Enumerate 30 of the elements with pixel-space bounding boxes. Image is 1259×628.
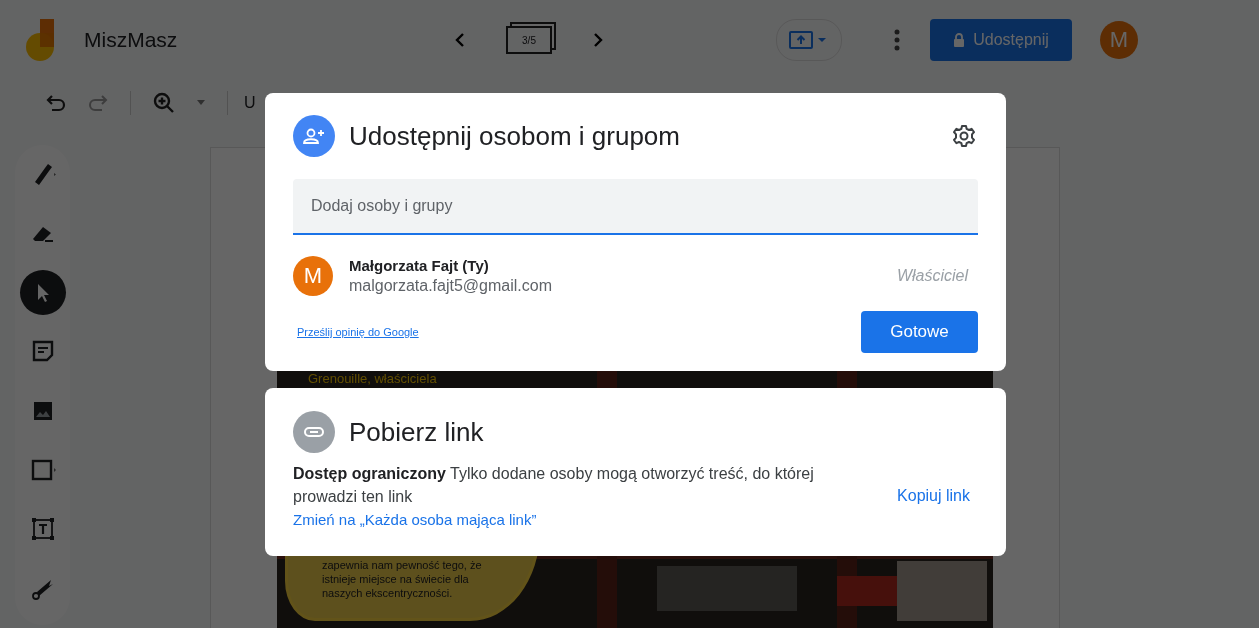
toolbar-label[interactable]: U <box>244 93 256 112</box>
feedback-link[interactable]: Prześlij opinię do Google <box>297 326 419 338</box>
person-name: Małgorzata Fajt (Ty) <box>349 257 490 274</box>
add-people-field[interactable]: Dodaj osoby i grupy <box>293 179 978 235</box>
lock-icon <box>953 33 966 47</box>
link-icon <box>293 411 335 453</box>
share-button[interactable]: Udostępnij <box>930 19 1072 61</box>
next-icon[interactable] <box>592 32 604 48</box>
person-email: malgorzata.fajt5@gmail.com <box>349 277 553 295</box>
person-add-icon <box>293 115 335 157</box>
done-button[interactable]: Gotowe <box>861 311 978 353</box>
person-role: Właściciel <box>896 267 968 285</box>
quote-text: zapewnia nam pewność tego, że istnieje miejsce na świecie dla naszych ekscentryczności. <box>322 558 482 600</box>
access-description: Dostęp ograniczony Tylko dodane osoby mogą otworzyć treść, do której prowadzi ten link <box>293 464 815 507</box>
dialog-title: Pobierz link <box>349 416 485 448</box>
copy-link-button[interactable]: Kopiuj link <box>889 478 978 513</box>
user-avatar: M <box>293 256 333 296</box>
change-access-link[interactable]: Zmień na „Każda osoba mająca link” <box>293 511 537 528</box>
caret-icon[interactable] <box>197 100 205 105</box>
slide-caption: Grenouille, właściciela <box>308 371 437 386</box>
undo-icon[interactable] <box>46 93 66 112</box>
present-button[interactable] <box>776 19 842 61</box>
app-title: MiszMasz <box>84 28 179 52</box>
previous-icon[interactable] <box>454 32 466 48</box>
redo-icon[interactable] <box>88 93 108 112</box>
present-screen-icon <box>789 31 829 49</box>
dialog-title: Udostępnij osobom i grupom <box>349 120 681 152</box>
zoom-icon[interactable] <box>153 91 175 114</box>
settings-icon[interactable] <box>952 124 976 148</box>
more-icon[interactable] <box>894 29 900 51</box>
